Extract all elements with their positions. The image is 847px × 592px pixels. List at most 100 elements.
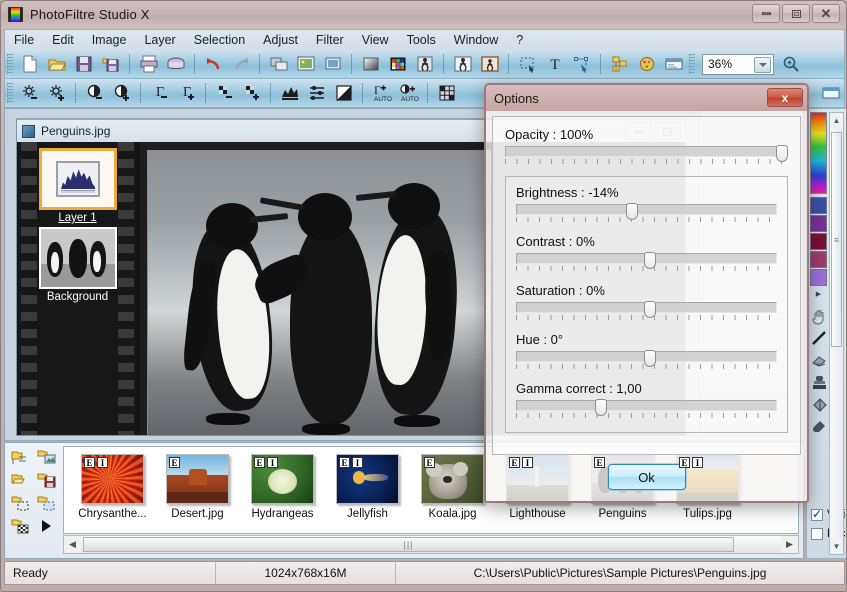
undo-icon[interactable] bbox=[201, 52, 226, 77]
menu-edit[interactable]: Edit bbox=[43, 31, 83, 49]
line-tool-icon[interactable] bbox=[810, 327, 829, 349]
ok-button[interactable]: Ok bbox=[607, 464, 686, 490]
left-arrow-icon[interactable]: ◀ bbox=[64, 536, 81, 553]
saturation-slider-knob[interactable] bbox=[643, 301, 656, 318]
framed-effect-icon[interactable] bbox=[477, 52, 502, 77]
folder-select-icon[interactable] bbox=[7, 491, 33, 514]
color-palette-icon[interactable] bbox=[385, 52, 410, 77]
smudge-tool-icon[interactable] bbox=[810, 415, 829, 437]
play-slideshow-icon[interactable] bbox=[33, 514, 59, 537]
toolbar-grip-2[interactable] bbox=[689, 54, 695, 74]
menu-selection[interactable]: Selection bbox=[185, 31, 254, 49]
levels-icon[interactable] bbox=[304, 81, 329, 106]
locked-checkbox[interactable] bbox=[811, 528, 823, 540]
layer-item-background[interactable]: Background bbox=[39, 227, 117, 303]
menu-help[interactable]: ? bbox=[507, 31, 532, 49]
list-item[interactable]: E Koala.jpg bbox=[410, 451, 495, 533]
open-folder-icon[interactable] bbox=[44, 52, 69, 77]
scrollbar-thumb[interactable]: ||| bbox=[83, 537, 734, 552]
maximize-button[interactable] bbox=[782, 4, 810, 23]
list-item[interactable]: E I Hydrangeas bbox=[240, 451, 325, 533]
stamp-tool-icon[interactable] bbox=[810, 371, 829, 393]
up-arrow-icon[interactable]: ▲ bbox=[830, 113, 843, 128]
visible-checkbox[interactable] bbox=[811, 507, 823, 521]
menu-window[interactable]: Window bbox=[445, 31, 507, 49]
scrollbar-thumb[interactable]: ≡ bbox=[831, 132, 842, 347]
zoom-combobox[interactable]: 36% bbox=[702, 53, 774, 75]
chevron-down-icon[interactable] bbox=[754, 56, 771, 73]
contrast-slider-knob[interactable] bbox=[643, 252, 656, 269]
auto-contrast-icon[interactable]: AUTO bbox=[396, 81, 421, 106]
folder-paste-icon[interactable] bbox=[33, 491, 59, 514]
list-item[interactable]: E I Jellyfish bbox=[325, 451, 410, 533]
toolbar-grip-3[interactable] bbox=[7, 83, 13, 103]
text-tool-icon[interactable]: T bbox=[542, 52, 567, 77]
layer-manager-icon[interactable] bbox=[607, 52, 632, 77]
color-wheel-icon[interactable] bbox=[634, 52, 659, 77]
eraser-tool-icon[interactable] bbox=[810, 349, 829, 371]
module-icon[interactable] bbox=[661, 52, 686, 77]
brightness-increase-icon[interactable] bbox=[44, 81, 69, 106]
auto-gamma-icon[interactable]: Γ AUTO bbox=[369, 81, 394, 106]
grid-icon[interactable] bbox=[434, 81, 459, 106]
hue-slider[interactable] bbox=[516, 350, 777, 367]
gamma-decrease-icon[interactable]: Γ bbox=[147, 81, 172, 106]
print-icon[interactable] bbox=[136, 52, 161, 77]
hand-tool-icon[interactable] bbox=[810, 305, 829, 327]
folder-open-icon[interactable] bbox=[7, 468, 33, 491]
list-item[interactable]: E I Chrysanthe... bbox=[70, 451, 155, 533]
brightness-decrease-icon[interactable] bbox=[17, 81, 42, 106]
negative-icon[interactable] bbox=[331, 81, 356, 106]
menu-filter[interactable]: Filter bbox=[307, 31, 353, 49]
folder-image-icon[interactable] bbox=[33, 445, 59, 468]
browser-horizontal-scrollbar[interactable]: ◀ ||| ▶ bbox=[63, 535, 799, 554]
color-swatch-2[interactable] bbox=[810, 215, 827, 232]
dither-decrease-icon[interactable] bbox=[212, 81, 237, 106]
contrast-increase-icon[interactable] bbox=[109, 81, 134, 106]
menu-layer[interactable]: Layer bbox=[135, 31, 184, 49]
right-panel-vertical-scrollbar[interactable]: ▲ ≡ ▼ bbox=[829, 112, 844, 555]
folder-transparent-icon[interactable] bbox=[7, 514, 33, 537]
save-as-icon[interactable] bbox=[98, 52, 123, 77]
color-spectrum-strip[interactable] bbox=[810, 112, 827, 194]
opacity-slider[interactable] bbox=[505, 145, 788, 162]
paste-image-icon[interactable] bbox=[293, 52, 318, 77]
gamma-slider-knob[interactable] bbox=[594, 399, 607, 416]
module-icon-2[interactable] bbox=[818, 81, 843, 106]
color-swatch-4[interactable] bbox=[810, 251, 827, 268]
brightness-slider-knob[interactable] bbox=[625, 203, 638, 220]
gradient-icon[interactable] bbox=[358, 52, 383, 77]
menu-adjust[interactable]: Adjust bbox=[254, 31, 307, 49]
menu-tools[interactable]: Tools bbox=[398, 31, 445, 49]
dither-increase-icon[interactable] bbox=[239, 81, 264, 106]
palette-expand-icon[interactable]: ▶ bbox=[810, 289, 827, 299]
transform-icon[interactable] bbox=[412, 52, 437, 77]
scrollbar-track[interactable]: ||| bbox=[81, 536, 781, 553]
right-arrow-icon[interactable]: ▶ bbox=[781, 536, 798, 553]
gamma-increase-icon[interactable]: Γ bbox=[174, 81, 199, 106]
color-swatch-1[interactable] bbox=[810, 197, 827, 214]
fill-tool-icon[interactable] bbox=[810, 393, 829, 415]
folder-save-icon[interactable] bbox=[33, 468, 59, 491]
close-icon[interactable]: x bbox=[767, 88, 803, 107]
close-button[interactable]: ✕ bbox=[812, 4, 840, 23]
duplicate-image-icon[interactable] bbox=[320, 52, 345, 77]
copy-images-icon[interactable] bbox=[266, 52, 291, 77]
redo-icon[interactable] bbox=[228, 52, 253, 77]
contrast-decrease-icon[interactable] bbox=[82, 81, 107, 106]
effect-icon[interactable] bbox=[450, 52, 475, 77]
opacity-slider-knob[interactable] bbox=[775, 145, 788, 162]
scrollbar-track[interactable]: ≡ bbox=[830, 128, 843, 539]
minimize-button[interactable] bbox=[752, 4, 780, 23]
gamma-slider[interactable] bbox=[516, 399, 777, 416]
toolbar-grip[interactable] bbox=[7, 54, 13, 74]
new-document-icon[interactable] bbox=[17, 52, 42, 77]
layer-item-layer1[interactable]: Layer 1 bbox=[39, 148, 117, 224]
menu-image[interactable]: Image bbox=[83, 31, 136, 49]
menu-view[interactable]: View bbox=[353, 31, 398, 49]
print-preview-icon[interactable] bbox=[163, 52, 188, 77]
histogram-icon[interactable] bbox=[277, 81, 302, 106]
color-swatch-3[interactable] bbox=[810, 233, 827, 250]
contrast-slider[interactable] bbox=[516, 252, 777, 269]
color-swatch-5[interactable] bbox=[810, 269, 827, 286]
